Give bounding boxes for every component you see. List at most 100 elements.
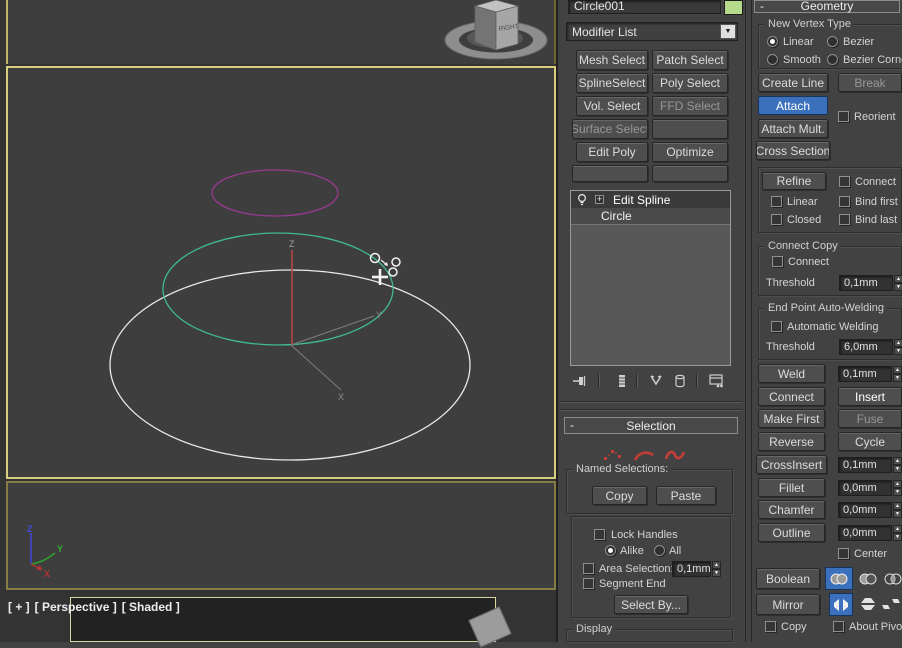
top-viewport[interactable]: RIGHT (6, 0, 556, 64)
spinner-buttons[interactable]: ▲ ▼ (893, 480, 902, 496)
bind-first-checkbox[interactable] (839, 196, 850, 207)
copy-button[interactable]: Copy (592, 486, 647, 505)
connect-copy-threshold-spinner[interactable]: 0,1mm ▲ ▼ (839, 275, 902, 291)
viewport-general-menu[interactable]: [ + ] (8, 600, 30, 614)
outline-spinner[interactable]: 0,0mm ▲ ▼ (838, 525, 902, 541)
spinner-down-icon[interactable]: ▼ (893, 465, 902, 473)
weld-threshold-spinner[interactable]: 6,0mm ▲ ▼ (839, 339, 902, 355)
mirror-both-icon[interactable] (882, 596, 902, 612)
modifier-stack[interactable]: + Edit Spline Circle (570, 190, 731, 366)
insert-button[interactable]: Insert (838, 387, 902, 406)
fillet-button[interactable]: Fillet (758, 478, 825, 497)
object-color-swatch[interactable] (724, 0, 743, 15)
stack-item-edit-spline[interactable]: + Edit Spline (571, 191, 730, 208)
spinner-down-icon[interactable]: ▼ (893, 488, 902, 496)
spinner-down-icon[interactable]: ▼ (893, 374, 902, 382)
fillet-value[interactable]: 0,0mm (838, 480, 892, 496)
modifier-button-vol-select[interactable]: Vol. Select (576, 96, 648, 116)
spline-subobject-icon[interactable] (664, 448, 686, 462)
scene-canvas[interactable]: Z Y X (8, 68, 554, 477)
automatic-welding-checkbox[interactable] (771, 321, 782, 332)
modifier-button-empty-1[interactable] (652, 119, 728, 139)
reverse-button[interactable]: Reverse (758, 432, 825, 451)
modifier-button-poly-select[interactable]: Poly Select (652, 73, 728, 93)
modifier-list-dropdown[interactable]: Modifier List ▼ (566, 22, 738, 41)
collapse-icon[interactable]: - (760, 0, 764, 13)
make-unique-icon[interactable] (648, 373, 664, 389)
active-viewport[interactable]: Z Y X (6, 66, 556, 479)
modifier-button-surface-select[interactable]: Surface Select (572, 119, 648, 139)
spinner-down-icon[interactable]: ▼ (894, 347, 902, 355)
linear-checkbox[interactable] (771, 196, 782, 207)
viewcube[interactable]: RIGHT (439, 0, 554, 62)
spinner-up-icon[interactable]: ▲ (893, 457, 902, 465)
spinner-down-icon[interactable]: ▼ (894, 283, 902, 291)
configure-modifier-sets-icon[interactable] (708, 373, 724, 389)
chamfer-value[interactable]: 0,0mm (838, 502, 892, 518)
alike-radio[interactable] (605, 545, 616, 556)
spinner-down-icon[interactable]: ▼ (893, 533, 902, 541)
mirror-button[interactable]: Mirror (756, 594, 820, 615)
reorient-checkbox[interactable] (838, 111, 849, 122)
modifier-button-splineselect[interactable]: SplineSelect (576, 73, 648, 93)
connect-copy-checkbox[interactable] (772, 256, 783, 267)
create-line-button[interactable]: Create Line (758, 73, 828, 92)
boolean-union-toggle[interactable] (825, 567, 853, 590)
selection-rollout-header[interactable]: - Selection (564, 417, 738, 434)
make-first-button[interactable]: Make First (758, 409, 825, 428)
viewport-pov-menu[interactable]: [ Perspective ] (35, 600, 117, 614)
connect-copy-threshold-value[interactable]: 0,1mm (839, 275, 893, 291)
chamfer-spinner[interactable]: 0,0mm ▲ ▼ (838, 502, 902, 518)
area-selection-checkbox[interactable] (583, 563, 594, 574)
select-by-button[interactable]: Select By... (614, 595, 688, 614)
fillet-spinner[interactable]: 0,0mm ▲ ▼ (838, 480, 902, 496)
connect-button[interactable]: Connect (758, 387, 825, 406)
spinner-up-icon[interactable]: ▲ (712, 561, 721, 569)
spinner-buttons[interactable]: ▲ ▼ (893, 366, 902, 382)
modifier-button-patch-select[interactable]: Patch Select (652, 50, 728, 70)
bezier-radio[interactable] (827, 36, 838, 47)
mirror-horizontal-toggle[interactable] (829, 593, 853, 616)
smooth-radio[interactable] (767, 54, 778, 65)
boolean-intersect-icon[interactable] (882, 571, 902, 587)
stack-item-circle[interactable]: Circle (571, 208, 730, 225)
cycle-button[interactable]: Cycle (838, 432, 902, 451)
weld-button[interactable]: Weld (758, 364, 825, 383)
mirror-vertical-icon[interactable] (858, 596, 878, 612)
paste-button[interactable]: Paste (656, 486, 716, 505)
lower-viewport[interactable]: Z Y X (6, 481, 556, 590)
modifier-button-ffd-select[interactable]: FFD Select (652, 96, 728, 116)
spline-circle-purple[interactable] (211, 169, 339, 217)
spinner-buttons[interactable]: ▲ ▼ (893, 457, 902, 473)
segment-end-checkbox[interactable] (583, 578, 594, 589)
show-end-result-icon[interactable] (614, 373, 630, 389)
dropdown-arrow-button[interactable]: ▼ (720, 24, 736, 39)
modifier-button-empty-2[interactable] (572, 165, 648, 182)
outline-button[interactable]: Outline (758, 523, 825, 542)
boolean-subtract-icon[interactable] (857, 571, 879, 587)
modifier-button-edit-poly[interactable]: Edit Poly (576, 142, 648, 162)
spinner-down-icon[interactable]: ▼ (712, 569, 721, 577)
modifier-button-empty-3[interactable] (652, 165, 728, 182)
modifier-button-optimize[interactable]: Optimize (652, 142, 728, 162)
connect-checkbox[interactable] (839, 176, 850, 187)
spinner-buttons[interactable]: ▲ ▼ (893, 502, 902, 518)
spinner-buttons[interactable]: ▲ ▼ (893, 525, 902, 541)
weld-spinner[interactable]: 0,1mm ▲ ▼ (838, 366, 902, 382)
copy-checkbox[interactable] (765, 621, 776, 632)
bezier-corner-radio[interactable] (827, 54, 838, 65)
spinner-up-icon[interactable]: ▲ (893, 525, 902, 533)
pin-stack-icon[interactable] (572, 373, 588, 389)
crossinsert-spinner[interactable]: 0,1mm ▲ ▼ (838, 457, 902, 473)
remove-modifier-icon[interactable] (672, 373, 688, 389)
all-radio[interactable] (654, 545, 665, 556)
linear-radio[interactable] (767, 36, 778, 47)
spinner-buttons[interactable]: ▲ ▼ (894, 275, 902, 291)
viewport-shading-menu[interactable]: [ Shaded ] (122, 600, 180, 614)
crossinsert-value[interactable]: 0,1mm (838, 457, 892, 473)
weld-threshold-value[interactable]: 6,0mm (839, 339, 893, 355)
modifier-button-mesh-select[interactable]: Mesh Select (576, 50, 648, 70)
cross-section-button[interactable]: Cross Section (756, 141, 830, 160)
object-name-field[interactable]: Circle001 (568, 0, 721, 14)
spinner-up-icon[interactable]: ▲ (894, 339, 902, 347)
